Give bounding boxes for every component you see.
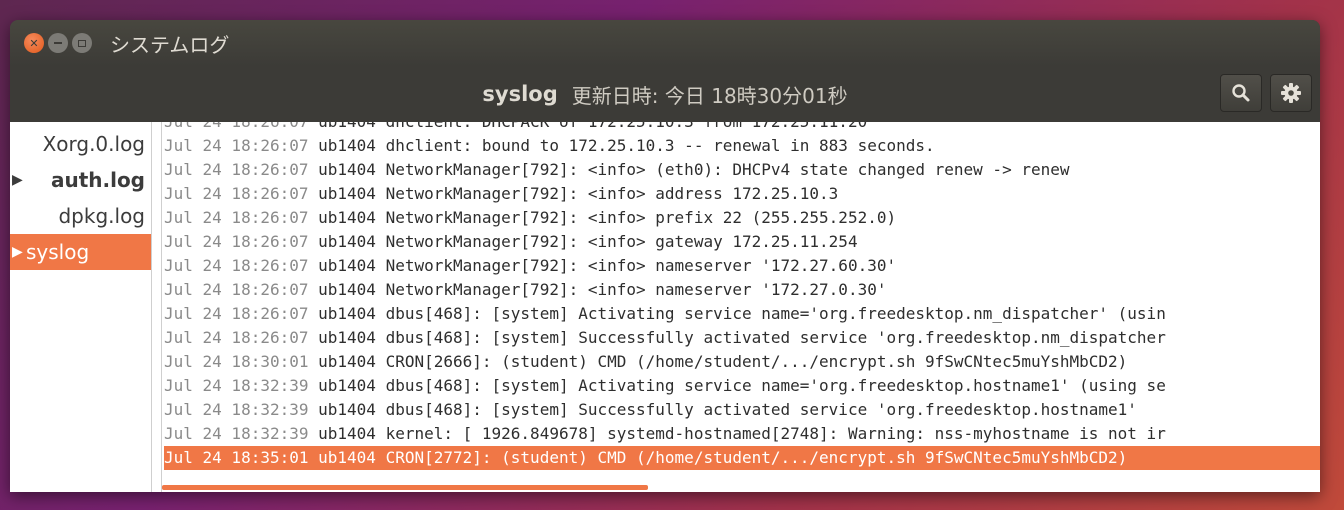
- log-timestamp: Jul 24 18:26:07: [164, 304, 309, 323]
- log-line[interactable]: Jul 24 18:26:07 ub1404 dhclient: DHCPACK…: [164, 122, 1320, 134]
- sidebar-item-xorg-0-log[interactable]: Xorg.0.log: [10, 126, 151, 162]
- log-message: ub1404 NetworkManager[792]: <info> prefi…: [308, 208, 897, 227]
- sidebar-item-syslog[interactable]: ▶ syslog: [10, 234, 151, 270]
- search-button[interactable]: [1220, 74, 1262, 112]
- sidebar-item-label: Xorg.0.log: [42, 132, 145, 156]
- expand-arrow-icon[interactable]: ▶: [12, 172, 23, 188]
- minimize-icon: [54, 42, 62, 44]
- log-message: ub1404 NetworkManager[792]: <info> addre…: [308, 184, 839, 203]
- log-message: ub1404 dhclient: bound to 172.25.10.3 --…: [308, 136, 935, 155]
- log-message: ub1404 kernel: [ 1926.849678] systemd-ho…: [308, 424, 1166, 443]
- window-title: システムログ: [110, 32, 230, 57]
- log-timestamp: Jul 24 18:30:01: [164, 352, 309, 371]
- log-timestamp: Jul 24 18:26:07: [164, 160, 309, 179]
- log-line[interactable]: Jul 24 18:35:01 ub1404 CRON[2772]: (stud…: [164, 446, 1320, 470]
- title-bar[interactable]: ✕ システムログ: [10, 20, 1320, 66]
- log-message: ub1404 CRON[2666]: (student) CMD (/home/…: [308, 352, 1128, 371]
- log-timestamp: Jul 24 18:32:39: [164, 424, 309, 443]
- sidebar-item-label: syslog: [26, 240, 90, 264]
- log-timestamp: Jul 24 18:26:07: [164, 136, 309, 155]
- log-timestamp: Jul 24 18:26:07: [164, 280, 309, 299]
- expand-arrow-icon[interactable]: ▶: [12, 244, 23, 260]
- maximize-icon: [78, 39, 86, 47]
- log-line[interactable]: Jul 24 18:26:07 ub1404 NetworkManager[79…: [164, 278, 1320, 302]
- sidebar-item-label: dpkg.log: [58, 204, 145, 228]
- maximize-window-button[interactable]: [72, 33, 92, 53]
- log-file-sidebar: Xorg.0.log ▶ auth.log dpkg.log ▶ syslog: [10, 122, 152, 492]
- log-view[interactable]: Jul 24 18:26:07 ub1404 dhclient: DHCPACK…: [162, 122, 1320, 492]
- settings-button[interactable]: [1270, 74, 1312, 112]
- log-line[interactable]: Jul 24 18:30:01 ub1404 CRON[2666]: (stud…: [164, 350, 1320, 374]
- log-timestamp: Jul 24 18:32:39: [164, 400, 309, 419]
- sidebar-divider[interactable]: [152, 122, 162, 492]
- log-message: ub1404 NetworkManager[792]: <info> names…: [308, 280, 887, 299]
- log-timestamp: Jul 24 18:26:07: [164, 232, 309, 251]
- main-content: Xorg.0.log ▶ auth.log dpkg.log ▶ syslog Jul 2…: [10, 122, 1320, 492]
- log-timestamp: Jul 24 18:32:39: [164, 376, 309, 395]
- log-line[interactable]: Jul 24 18:26:07 ub1404 NetworkManager[79…: [164, 182, 1320, 206]
- log-timestamp: Jul 24 18:35:01: [164, 448, 309, 467]
- log-line[interactable]: Jul 24 18:26:07 ub1404 dbus[468]: [syste…: [164, 326, 1320, 350]
- minimize-window-button[interactable]: [48, 33, 68, 53]
- log-timestamp: Jul 24 18:26:07: [164, 328, 309, 347]
- log-message: ub1404 dbus[468]: [system] Activating se…: [308, 376, 1166, 395]
- log-message: ub1404 NetworkManager[792]: <info> gatew…: [308, 232, 858, 251]
- sidebar-item-auth-log[interactable]: ▶ auth.log: [10, 162, 151, 198]
- log-message: ub1404 dhclient: DHCPACK of 172.25.10.3 …: [309, 122, 867, 131]
- sidebar-item-dpkg-log[interactable]: dpkg.log: [10, 198, 151, 234]
- close-window-button[interactable]: ✕: [24, 33, 44, 53]
- gear-icon: [1281, 83, 1301, 103]
- log-line[interactable]: Jul 24 18:26:07 ub1404 NetworkManager[79…: [164, 254, 1320, 278]
- log-message: ub1404 dbus[468]: [system] Successfully …: [308, 328, 1166, 347]
- log-message: ub1404 NetworkManager[792]: <info> names…: [308, 256, 897, 275]
- log-line[interactable]: Jul 24 18:26:07 ub1404 NetworkManager[79…: [164, 230, 1320, 254]
- log-line[interactable]: Jul 24 18:32:39 ub1404 kernel: [ 1926.84…: [164, 422, 1320, 446]
- log-line[interactable]: Jul 24 18:26:07 ub1404 NetworkManager[79…: [164, 158, 1320, 182]
- log-line[interactable]: Jul 24 18:26:07 ub1404 NetworkManager[79…: [164, 206, 1320, 230]
- log-timestamp: Jul 24 18:26:07: [164, 256, 309, 275]
- log-message: ub1404 dbus[468]: [system] Successfully …: [308, 400, 1137, 419]
- log-timestamp: Jul 24 18:26:07: [164, 122, 309, 131]
- log-message: ub1404 dbus[468]: [system] Activating se…: [308, 304, 1166, 323]
- system-log-window: ✕ システムログ syslog 更新日時: 今日 18時30分01秒 Xorg.…: [10, 20, 1320, 492]
- log-line[interactable]: Jul 24 18:32:39 ub1404 dbus[468]: [syste…: [164, 398, 1320, 422]
- close-icon: ✕: [29, 36, 39, 50]
- horizontal-scrollbar[interactable]: [162, 485, 648, 490]
- last-updated-label: 更新日時: 今日 18時30分01秒: [571, 83, 848, 108]
- header-bar: syslog 更新日時: 今日 18時30分01秒: [10, 66, 1320, 122]
- log-timestamp: Jul 24 18:26:07: [164, 208, 309, 227]
- log-timestamp: Jul 24 18:26:07: [164, 184, 309, 203]
- log-line[interactable]: Jul 24 18:32:39 ub1404 dbus[468]: [syste…: [164, 374, 1320, 398]
- log-line[interactable]: Jul 24 18:26:07 ub1404 dbus[468]: [syste…: [164, 302, 1320, 326]
- log-line[interactable]: Jul 24 18:26:07 ub1404 dhclient: bound t…: [164, 134, 1320, 158]
- current-log-name: syslog: [482, 82, 558, 106]
- log-message: ub1404 NetworkManager[792]: <info> (eth0…: [308, 160, 1070, 179]
- sidebar-item-label: auth.log: [50, 168, 145, 192]
- log-message: ub1404 CRON[2772]: (student) CMD (/home/…: [308, 448, 1128, 467]
- search-icon: [1232, 84, 1250, 102]
